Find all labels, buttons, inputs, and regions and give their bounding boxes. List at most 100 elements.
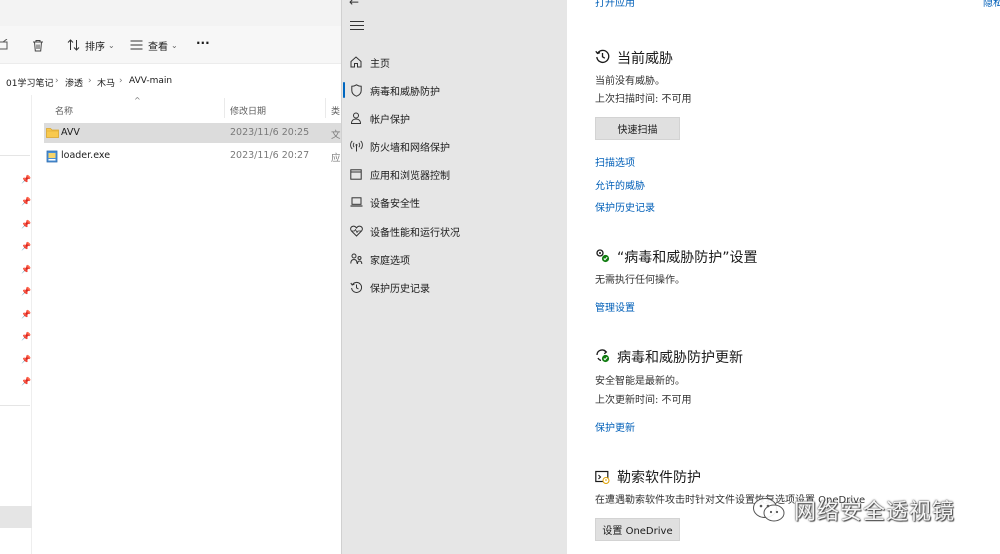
sidebar-item-app-browser-control[interactable]: 应用和浏览器控制	[342, 162, 568, 186]
breadcrumb-item[interactable]: AVV-main	[129, 76, 172, 86]
sidebar-item-label: 主页	[370, 59, 390, 70]
privacy-link[interactable]: 隐私	[983, 0, 1000, 9]
wechat-logo-icon	[753, 498, 785, 522]
pin-icon[interactable]: 📌	[21, 242, 31, 252]
pin-icon[interactable]: 📌	[21, 265, 31, 275]
person-icon	[349, 111, 363, 125]
column-separator[interactable]	[224, 98, 225, 118]
pin-icon[interactable]: 📌	[21, 310, 31, 320]
current-threats-title: 当前威胁	[617, 51, 673, 67]
nav-selected-item[interactable]	[0, 506, 32, 528]
family-icon	[349, 252, 363, 266]
hamburger-menu-icon[interactable]	[350, 21, 364, 33]
explorer-command-bar: 排序 ⌄ 查看 ⌄ ···	[0, 26, 341, 64]
sidebar-item-virus-protection[interactable]: 病毒和威胁防护	[342, 78, 568, 102]
threat-history-icon	[595, 49, 610, 64]
sidebar-item-protection-history[interactable]: 保护历史记录	[342, 275, 568, 299]
update-refresh-icon	[595, 348, 610, 363]
allowed-threats-link[interactable]: 允许的威胁	[595, 177, 645, 192]
pin-icon[interactable]: 📌	[21, 175, 31, 185]
pin-icon[interactable]: 📌	[21, 332, 31, 342]
breadcrumb-item[interactable]: 01学习笔记	[6, 76, 53, 89]
active-indicator	[343, 82, 345, 98]
chevron-right-icon: ›	[88, 76, 92, 86]
exe-icon	[46, 150, 58, 166]
breadcrumb-item[interactable]: 木马	[97, 76, 115, 89]
antenna-icon	[349, 139, 363, 153]
updates-text: 安全智能是最新的。	[595, 376, 685, 387]
security-sidebar: ← 主页 病毒和威胁防护 帐户保护 防火墙和网络保护 应用和浏览器控制 设备安全…	[341, 0, 567, 554]
breadcrumb-item[interactable]: 渗透	[65, 76, 83, 89]
chevron-down-icon: ⌄	[171, 40, 178, 50]
sidebar-item-firewall[interactable]: 防火墙和网络保护	[342, 134, 568, 158]
back-arrow-icon[interactable]: ←	[349, 0, 359, 9]
settings-gear-check-icon	[595, 248, 610, 263]
view-button[interactable]: 查看 ⌄	[130, 36, 178, 54]
chevron-down-icon: ⌄	[108, 40, 115, 50]
ransomware-icon	[595, 469, 610, 484]
sort-button[interactable]: 排序 ⌄	[67, 36, 115, 54]
sidebar-item-label: 病毒和威胁防护	[370, 87, 440, 98]
sidebar-item-home[interactable]: 主页	[342, 50, 568, 74]
manage-settings-link[interactable]: 管理设置	[595, 299, 635, 314]
pin-icon[interactable]: 📌	[21, 377, 31, 387]
delete-icon[interactable]	[32, 36, 44, 54]
chevron-right-icon: ›	[119, 76, 123, 86]
sidebar-item-label: 保护历史记录	[370, 284, 430, 295]
share-icon[interactable]	[0, 36, 10, 54]
file-type: 文	[331, 130, 341, 141]
explorer-title-area	[0, 0, 341, 26]
file-name: loader.exe	[61, 150, 111, 161]
watermark-text: 网络安全透视镜	[794, 500, 956, 525]
settings-title: “病毒和威胁防护”设置	[617, 250, 758, 266]
screen: 排序 ⌄ 查看 ⌄ ··· 01学习笔记 › 渗透 › 木马 › AVV-mai…	[0, 0, 1000, 554]
scan-options-link[interactable]: 扫描选项	[595, 154, 635, 169]
threat-status-text: 当前没有威胁。	[595, 76, 665, 87]
column-separator[interactable]	[325, 98, 326, 118]
sidebar-item-label: 家庭选项	[370, 256, 410, 267]
pin-icon[interactable]: 📌	[21, 220, 31, 230]
protection-updates-link[interactable]: 保护更新	[595, 419, 635, 434]
heart-pulse-icon	[349, 224, 363, 238]
open-app-link[interactable]: 打开应用	[595, 0, 635, 9]
explorer-navigation-pane: 📌 📌 📌 📌 📌 📌 📌 📌 📌 📌	[0, 95, 32, 554]
pin-icon[interactable]: 📌	[21, 287, 31, 297]
file-name: AVV	[61, 127, 80, 138]
last-scan-text: 上次扫描时间: 不可用	[595, 94, 692, 105]
pin-icon[interactable]: 📌	[21, 355, 31, 365]
sidebar-item-device-performance[interactable]: 设备性能和运行状况	[342, 219, 568, 243]
file-row[interactable]: loader.exe 2023/11/6 20:27 应	[44, 146, 341, 166]
column-header-type[interactable]: 类	[331, 104, 340, 117]
file-date: 2023/11/6 20:25	[230, 127, 310, 138]
sidebar-item-label: 设备安全性	[370, 199, 420, 210]
watermark: 网络安全透视镜	[752, 494, 955, 526]
sidebar-item-family-options[interactable]: 家庭选项	[342, 247, 568, 271]
view-icon	[130, 40, 143, 50]
breadcrumb: 01学习笔记 › 渗透 › 木马 › AVV-main	[0, 70, 341, 92]
security-main-content: 打开应用 隐私 当前威胁 当前没有威胁。 上次扫描时间: 不可用 快速扫描 扫描…	[567, 0, 1000, 554]
pin-icon[interactable]: 📌	[21, 197, 31, 207]
sidebar-item-device-security[interactable]: 设备安全性	[342, 190, 568, 214]
sidebar-item-label: 防火墙和网络保护	[370, 143, 450, 154]
view-label: 查看	[148, 41, 168, 53]
sort-icon	[67, 39, 80, 51]
setup-onedrive-button[interactable]: 设置 OneDrive	[595, 518, 680, 541]
more-options-button[interactable]: ···	[196, 34, 210, 52]
column-header-date[interactable]: 修改日期	[230, 104, 266, 117]
chevron-right-icon: ›	[55, 76, 59, 86]
laptop-icon	[349, 195, 363, 209]
nav-divider	[0, 405, 30, 406]
sidebar-item-label: 应用和浏览器控制	[370, 171, 450, 182]
sidebar-item-account-protection[interactable]: 帐户保护	[342, 106, 568, 130]
quick-scan-button[interactable]: 快速扫描	[595, 117, 680, 140]
updates-title: 病毒和威胁防护更新	[617, 350, 743, 366]
app-window-icon	[349, 167, 363, 181]
nav-divider	[0, 155, 30, 156]
history-icon	[349, 280, 363, 294]
settings-text: 无需执行任何操作。	[595, 275, 685, 286]
column-header-name[interactable]: 名称	[55, 104, 73, 117]
ransomware-title: 勒索软件防护	[617, 470, 701, 486]
protection-history-link[interactable]: 保护历史记录	[595, 199, 655, 214]
file-row[interactable]: AVV 2023/11/6 20:25 文	[44, 123, 341, 143]
file-type: 应	[331, 153, 341, 164]
